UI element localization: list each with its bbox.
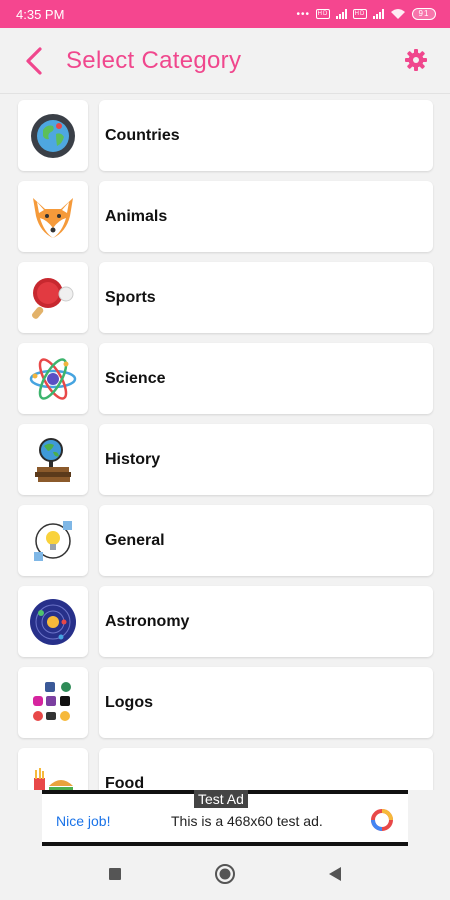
page-title: Select Category	[66, 46, 242, 74]
category-label-general[interactable]: General	[99, 505, 433, 576]
square-icon	[109, 868, 121, 880]
category-icon-card[interactable]	[18, 181, 88, 252]
atom-icon	[29, 357, 77, 400]
category-label-food[interactable]: Food	[99, 748, 433, 790]
back-nav-button[interactable]	[315, 854, 355, 894]
home-button[interactable]	[205, 854, 245, 894]
app-bar: Select Category	[0, 28, 450, 94]
category-label-sports[interactable]: Sports	[99, 262, 433, 333]
back-button[interactable]	[10, 37, 58, 85]
test-ad-banner[interactable]: Test Ad Nice job! This is a 468x60 test …	[42, 790, 408, 846]
ping-pong-icon	[32, 277, 74, 319]
category-row-countries[interactable]: Countries	[18, 100, 433, 171]
ad-nice-job-text[interactable]: Nice job!	[56, 813, 110, 829]
recents-button[interactable]	[95, 854, 135, 894]
gear-icon	[405, 49, 427, 71]
wifi-icon	[391, 9, 405, 19]
category-list[interactable]: Countries Animals Sports Science History…	[0, 94, 450, 790]
fox-icon	[33, 197, 73, 238]
category-label-science[interactable]: Science	[99, 343, 433, 414]
category-label-logos[interactable]: Logos	[99, 667, 433, 738]
signal-icon-2	[373, 9, 384, 19]
food-icon	[34, 767, 73, 790]
status-time: 4:35 PM	[16, 6, 65, 22]
logos-icon	[33, 681, 71, 721]
category-icon-card[interactable]	[18, 586, 88, 657]
category-label-animals[interactable]: Animals	[99, 181, 433, 252]
category-row-astronomy[interactable]: Astronomy	[18, 586, 433, 657]
home-circle-icon	[215, 864, 235, 884]
ad-network-icon[interactable]	[370, 808, 394, 832]
status-indicators: ••• HD HD 91	[296, 8, 436, 20]
status-bar: 4:35 PM ••• HD HD 91	[0, 0, 450, 28]
category-icon-card[interactable]	[18, 667, 88, 738]
notification-dots: •••	[296, 8, 310, 20]
category-row-science[interactable]: Science	[18, 343, 433, 414]
sim-hd-icon: HD	[316, 9, 330, 19]
ad-body-text: This is a 468x60 test ad.	[171, 813, 323, 829]
category-icon-card[interactable]	[18, 100, 88, 171]
category-icon-card[interactable]	[18, 262, 88, 333]
category-icon-card[interactable]	[18, 343, 88, 414]
category-row-food[interactable]: Food	[18, 748, 433, 790]
category-row-general[interactable]: General	[18, 505, 433, 576]
solar-system-icon	[30, 598, 76, 645]
category-icon-card[interactable]	[18, 505, 88, 576]
system-nav-bar	[0, 848, 450, 900]
category-row-sports[interactable]: Sports	[18, 262, 433, 333]
globe-books-icon	[35, 437, 71, 482]
category-label-astronomy[interactable]: Astronomy	[99, 586, 433, 657]
category-icon-card[interactable]	[18, 424, 88, 495]
category-row-logos[interactable]: Logos	[18, 667, 433, 738]
category-row-history[interactable]: History	[18, 424, 433, 495]
category-row-animals[interactable]: Animals	[18, 181, 433, 252]
category-icon-card[interactable]	[18, 748, 88, 790]
sim-hd-icon-2: HD	[353, 9, 367, 19]
globe-icon	[31, 113, 75, 158]
chevron-left-icon	[26, 46, 42, 75]
category-label-history[interactable]: History	[99, 424, 433, 495]
lightbulb-icon	[34, 520, 72, 561]
battery-icon: 91	[412, 8, 436, 20]
category-label-countries[interactable]: Countries	[99, 100, 433, 171]
ad-tag: Test Ad	[194, 790, 248, 808]
triangle-back-icon	[329, 867, 341, 881]
signal-icon	[336, 9, 347, 19]
settings-button[interactable]	[394, 38, 438, 82]
